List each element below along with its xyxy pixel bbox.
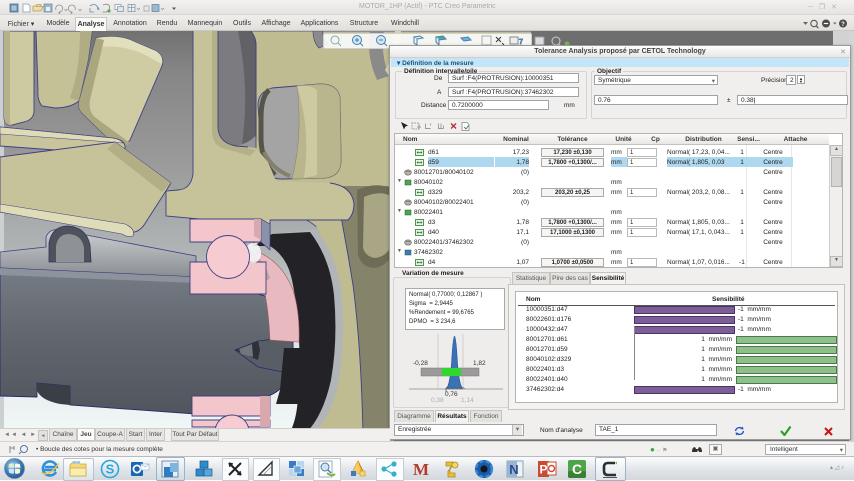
svg-text:1,82: 1,82	[473, 360, 486, 367]
svg-text:S: S	[106, 462, 115, 477]
svg-text:0,76: 0,76	[445, 391, 458, 398]
svg-text:M: M	[413, 460, 429, 479]
svg-text:P: P	[539, 463, 547, 477]
svg-text:0,38: 0,38	[431, 397, 444, 404]
svg-text:1,14: 1,14	[461, 397, 474, 404]
svg-text:?: ?	[841, 22, 845, 28]
svg-text:C: C	[572, 461, 582, 477]
svg-text:-0,28: -0,28	[413, 360, 428, 367]
svg-text:N: N	[509, 462, 518, 477]
